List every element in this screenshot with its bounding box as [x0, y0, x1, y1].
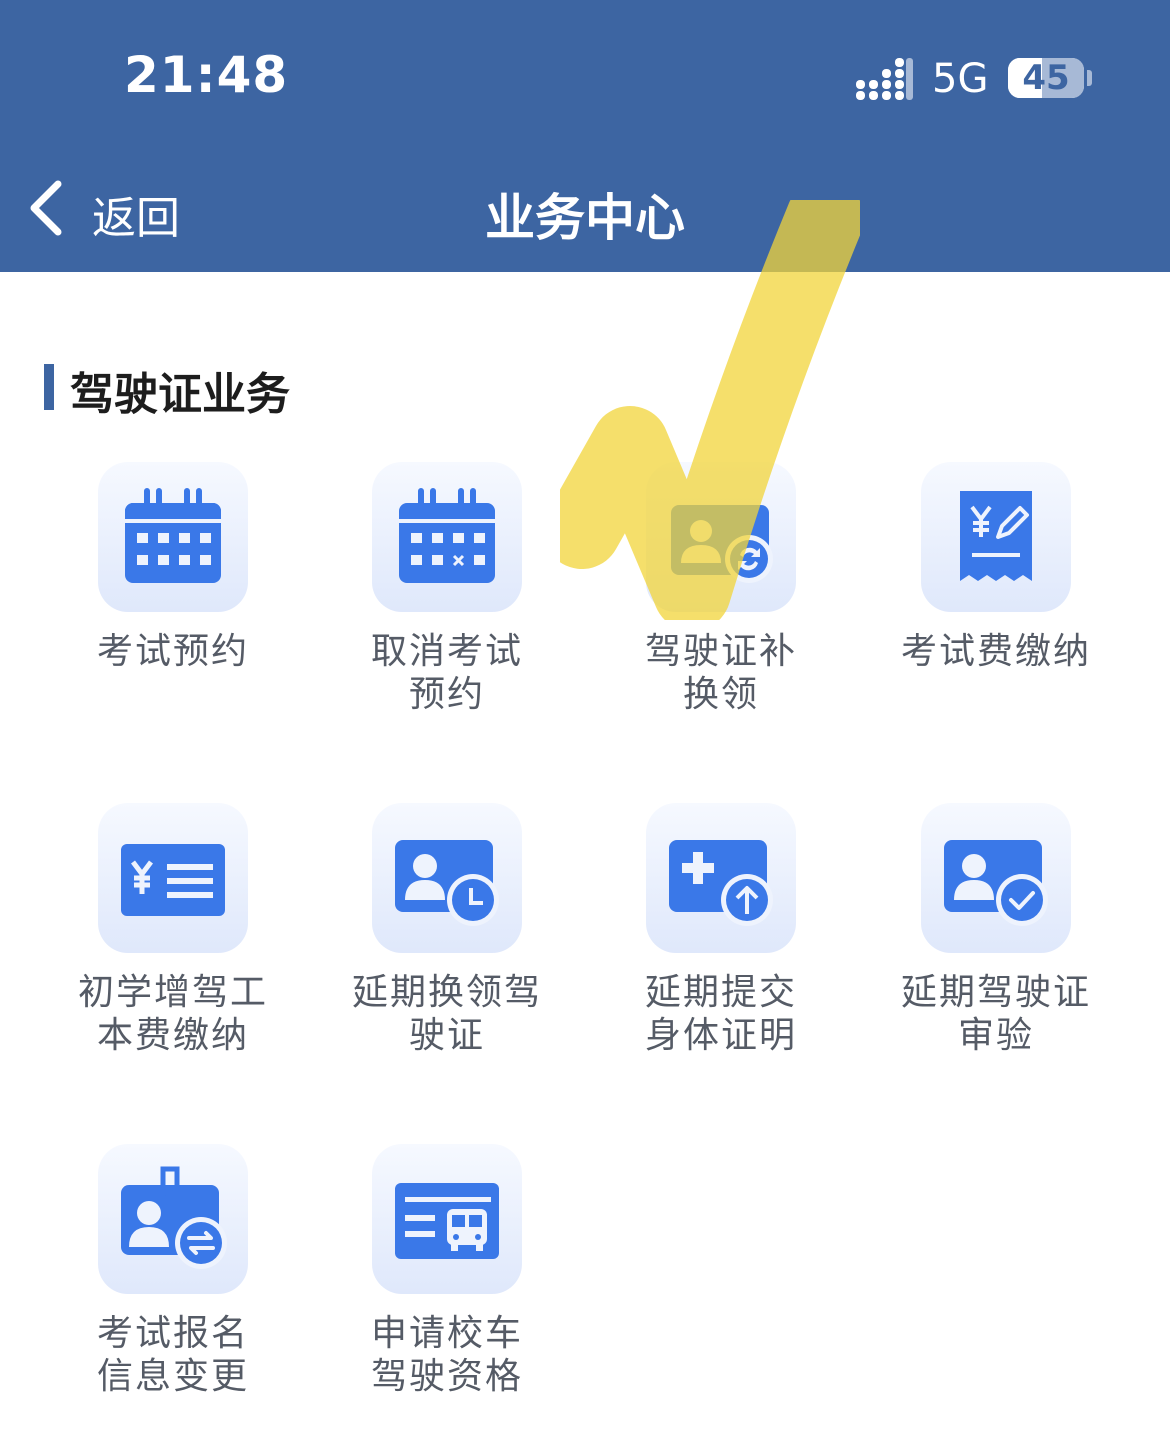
badge-swap-icon [121, 1166, 227, 1269]
service-tile-school-bus[interactable]: 申请校车 驾驶资格 [322, 1144, 572, 1398]
battery-tip [1087, 70, 1092, 86]
service-icon-box[interactable] [646, 803, 796, 953]
fee-receipt-icon [960, 491, 1032, 581]
service-tile-delay-review[interactable]: 延期驾驶证 审验 [871, 803, 1121, 1057]
service-icon-box[interactable] [372, 1144, 522, 1294]
calendar-icon [125, 488, 221, 583]
service-label: 初学增驾工 本费缴纳 [77, 972, 268, 1056]
service-icon-box[interactable] [98, 1144, 248, 1294]
service-label: 延期换领驾 驶证 [351, 972, 542, 1056]
service-icon-box[interactable] [372, 462, 522, 612]
calendar-cancel-icon [399, 488, 495, 583]
license-clock-icon [395, 840, 499, 926]
service-label: 考试预约 [96, 631, 249, 672]
service-icon-box[interactable] [921, 462, 1071, 612]
service-icon-box[interactable] [98, 462, 248, 612]
service-label: 考试报名 信息变更 [96, 1313, 249, 1397]
service-icon-box[interactable] [98, 803, 248, 953]
service-icon-box[interactable] [372, 803, 522, 953]
section-title: 驾驶证业务 [70, 369, 290, 420]
battery-icon: 45 [1008, 58, 1084, 98]
service-tile-exam-fee[interactable]: 考试费缴纳 [871, 462, 1121, 673]
medical-upload-icon [669, 840, 773, 926]
service-icon-box[interactable] [921, 803, 1071, 953]
service-tile-exam-booking[interactable]: 考试预约 [48, 462, 298, 673]
service-icon-box[interactable] [646, 462, 796, 612]
service-tile-registration-change[interactable]: 考试报名 信息变更 [48, 1144, 298, 1398]
license-exchange-icon [671, 505, 773, 583]
status-time: 21:48 [124, 46, 289, 104]
payment-card-icon [121, 844, 225, 916]
service-tile-delay-renewal[interactable]: 延期换领驾 驶证 [322, 803, 572, 1057]
section-accent-bar [44, 364, 54, 410]
service-label: 申请校车 驾驶资格 [370, 1313, 523, 1397]
page-title: 业务中心 [485, 189, 685, 247]
battery-level: 45 [1022, 58, 1070, 98]
service-label: 延期提交 身体证明 [644, 972, 797, 1056]
service-tile-beginner-fee[interactable]: 初学增驾工 本费缴纳 [48, 803, 298, 1057]
service-label: 延期驾驶证 审验 [900, 972, 1091, 1056]
license-check-icon [944, 840, 1048, 926]
service-tile-license-renewal[interactable]: 驾驶证补 换领 [596, 462, 846, 716]
signal-strength-icon [856, 58, 913, 100]
service-label: 取消考试 预约 [370, 631, 523, 715]
service-tile-delay-medical[interactable]: 延期提交 身体证明 [596, 803, 846, 1057]
network-type: 5G [932, 56, 989, 102]
app-header: 21:48 5G 45 返回 业务中心 [0, 0, 1170, 272]
service-label: 驾驶证补 换领 [644, 631, 797, 715]
service-tile-cancel-booking[interactable]: 取消考试 预约 [322, 462, 572, 716]
service-label: 考试费缴纳 [900, 631, 1091, 672]
school-bus-card-icon [395, 1183, 499, 1259]
